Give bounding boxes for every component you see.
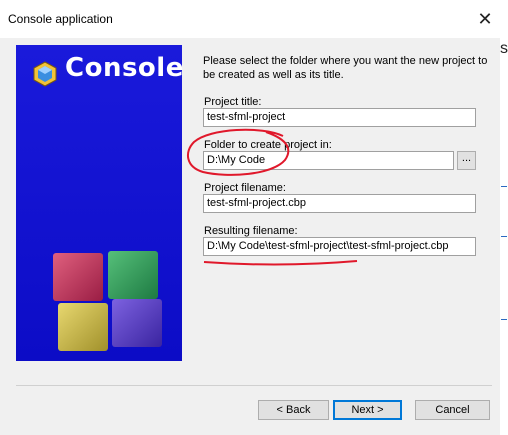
annotation-circle: [186, 128, 290, 176]
annotation-underline: [203, 260, 358, 266]
annotation-overlay: [186, 128, 358, 266]
